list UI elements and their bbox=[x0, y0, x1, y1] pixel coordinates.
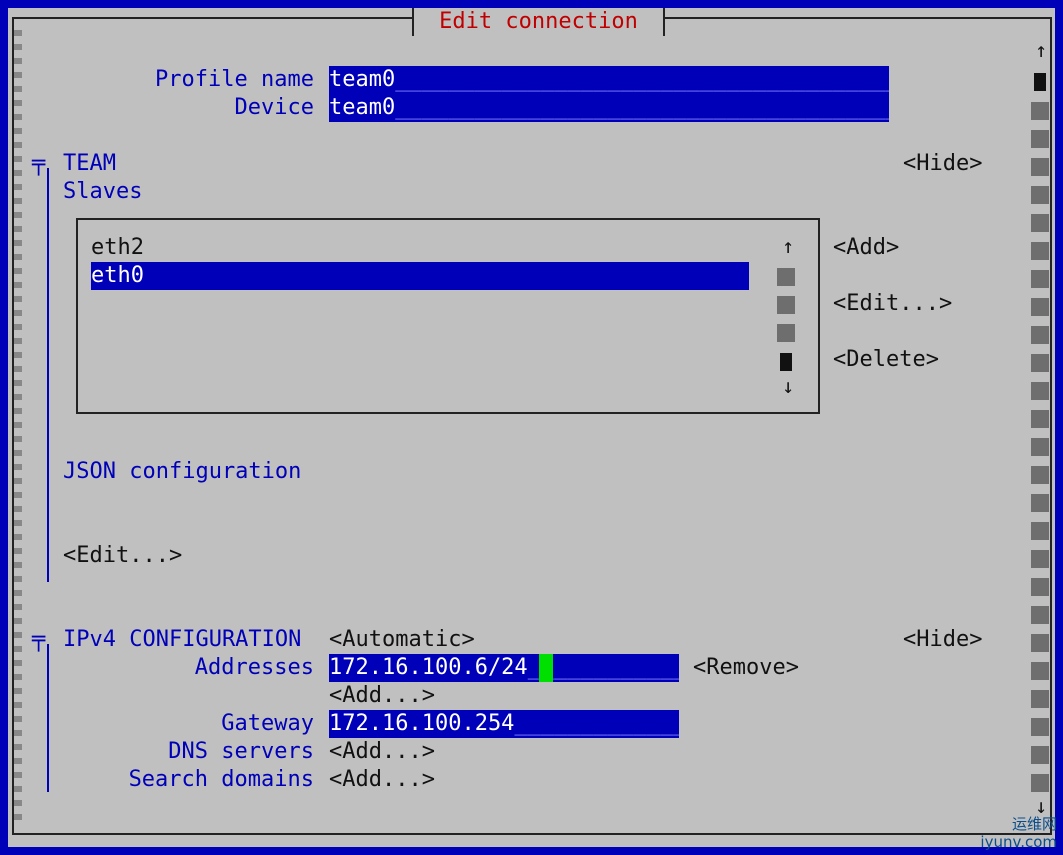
profile-name-field[interactable]: team0 bbox=[329, 66, 889, 94]
left-border-dashes bbox=[14, 30, 22, 820]
team-hide-button[interactable]: <Hide> bbox=[903, 150, 982, 178]
slave-item-eth2[interactable]: eth2 bbox=[91, 234, 749, 262]
main-scrollbar-cell[interactable] bbox=[1031, 634, 1049, 652]
json-edit-button[interactable]: <Edit...> bbox=[63, 542, 182, 570]
slaves-scrollbar-track[interactable] bbox=[777, 268, 795, 286]
main-scrollbar-thumb[interactable] bbox=[1034, 73, 1046, 91]
main-scrollbar-cell[interactable] bbox=[1031, 214, 1049, 232]
slaves-scroll-down-icon[interactable]: ↓ bbox=[782, 372, 794, 400]
edit-slave-button[interactable]: <Edit...> bbox=[833, 290, 952, 318]
slaves-label: Slaves bbox=[63, 179, 143, 204]
main-scrollbar-cell[interactable] bbox=[1031, 438, 1049, 456]
device-field[interactable]: team0 bbox=[329, 94, 889, 122]
ipv4-collapse-toggle[interactable]: ╤ bbox=[32, 626, 45, 654]
gateway-value: 172.16.100.254 bbox=[329, 711, 515, 736]
search-domains-label: Search domains bbox=[128, 767, 314, 792]
dns-servers-label: DNS servers bbox=[168, 739, 314, 764]
main-scrollbar-cell[interactable] bbox=[1031, 102, 1049, 120]
main-scrollbar-cell[interactable] bbox=[1031, 746, 1049, 764]
gateway-field[interactable]: 172.16.100.254 bbox=[329, 710, 679, 738]
device-value: team0 bbox=[329, 95, 396, 120]
ipv4-mode-dropdown[interactable]: <Automatic> bbox=[329, 626, 475, 654]
main-scrollbar-cell[interactable] bbox=[1031, 186, 1049, 204]
team-collapse-toggle[interactable]: ╤ bbox=[32, 150, 45, 178]
watermark-line1: 运维网 bbox=[1011, 815, 1057, 833]
add-dns-button[interactable]: <Add...> bbox=[329, 738, 435, 766]
address-value: 172.16.100.6/24 bbox=[329, 655, 528, 680]
profile-name-label: Profile name bbox=[155, 67, 314, 92]
addresses-label: Addresses bbox=[194, 655, 314, 680]
address-field[interactable]: 172.16.100.6/24 bbox=[329, 654, 679, 682]
main-scrollbar-cell[interactable] bbox=[1031, 242, 1049, 260]
main-scroll-up-icon[interactable]: ↑ bbox=[1035, 36, 1047, 64]
add-search-domain-button[interactable]: <Add...> bbox=[329, 766, 435, 794]
main-scrollbar-cell[interactable] bbox=[1031, 690, 1049, 708]
main-scrollbar-cell[interactable] bbox=[1031, 410, 1049, 428]
main-scrollbar-cell[interactable] bbox=[1031, 270, 1049, 288]
profile-name-value: team0 bbox=[329, 67, 396, 92]
main-scrollbar-cell[interactable] bbox=[1031, 606, 1049, 624]
main-scrollbar-cell[interactable] bbox=[1031, 718, 1049, 736]
team-title: TEAM bbox=[63, 151, 116, 176]
ipv4-title: IPv4 CONFIGURATION bbox=[63, 627, 302, 652]
remove-address-button[interactable]: <Remove> bbox=[693, 654, 799, 682]
main-scrollbar-cell[interactable] bbox=[1031, 382, 1049, 400]
gateway-label: Gateway bbox=[221, 711, 314, 736]
ipv4-hide-button[interactable]: <Hide> bbox=[903, 626, 982, 654]
watermark: 运维网 iyunv.com bbox=[980, 815, 1057, 851]
main-scrollbar-cell[interactable] bbox=[1031, 354, 1049, 372]
main-scrollbar-cell[interactable] bbox=[1031, 550, 1049, 568]
main-scrollbar-cell[interactable] bbox=[1031, 494, 1049, 512]
main-scrollbar-cell[interactable] bbox=[1031, 578, 1049, 596]
main-scrollbar-cell[interactable] bbox=[1031, 466, 1049, 484]
add-slave-button[interactable]: <Add> bbox=[833, 234, 899, 262]
team-section-bar bbox=[47, 168, 49, 582]
delete-slave-button[interactable]: <Delete> bbox=[833, 346, 939, 374]
slaves-scroll-up-icon[interactable]: ↑ bbox=[782, 232, 794, 260]
main-scrollbar-cell[interactable] bbox=[1031, 326, 1049, 344]
dialog-title: Edit connection bbox=[412, 8, 665, 36]
json-configuration-label: JSON configuration bbox=[63, 459, 302, 484]
main-scrollbar-cell[interactable] bbox=[1031, 158, 1049, 176]
slaves-scrollbar-thumb[interactable] bbox=[780, 353, 792, 371]
text-cursor bbox=[539, 654, 553, 682]
add-address-button[interactable]: <Add...> bbox=[329, 682, 435, 710]
slaves-scrollbar-track[interactable] bbox=[777, 324, 795, 342]
watermark-line2: iyunv.com bbox=[980, 833, 1057, 851]
main-scrollbar-cell[interactable] bbox=[1031, 774, 1049, 792]
device-label: Device bbox=[234, 95, 314, 120]
main-scrollbar-cell[interactable] bbox=[1031, 298, 1049, 316]
slave-item-eth0[interactable]: eth0 bbox=[91, 262, 749, 290]
slaves-scrollbar-track[interactable] bbox=[777, 296, 795, 314]
main-scrollbar-cell[interactable] bbox=[1031, 130, 1049, 148]
main-scrollbar-cell[interactable] bbox=[1031, 662, 1049, 680]
main-scrollbar-cell[interactable] bbox=[1031, 522, 1049, 540]
